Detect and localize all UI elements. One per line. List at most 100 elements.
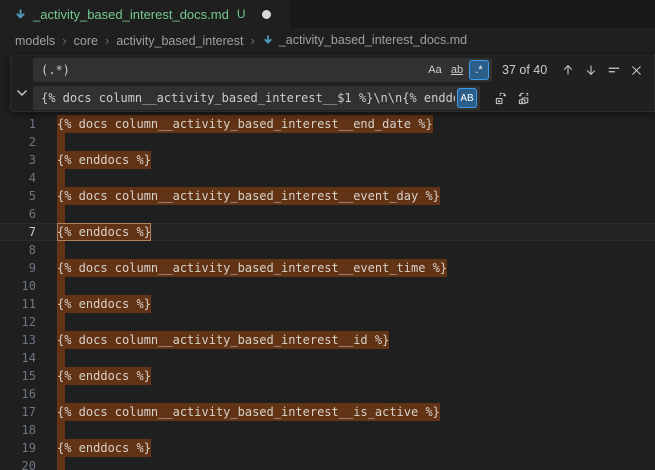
code-line[interactable]: 9 {% docs column__activity_based_interes… [0,259,655,277]
code-line[interactable]: 2 [0,133,655,151]
code-line[interactable]: 16 [0,385,655,403]
search-match-highlight: {% docs column__activity_based_interest_… [57,331,389,349]
arrow-down-icon [584,63,598,77]
breadcrumb-item[interactable]: activity_based_interest [116,34,243,48]
match-case-toggle[interactable]: Aa [425,60,445,80]
code-line[interactable]: 18 [0,421,655,439]
breadcrumb-separator: › [250,33,254,48]
close-find-button[interactable] [626,60,647,81]
replace-all-button[interactable] [514,88,535,109]
line-content: {% enddocs %} [57,367,655,385]
whole-word-toggle[interactable]: ab [447,60,467,80]
editor-tab[interactable]: _activity_based_interest_docs.md U [0,0,290,28]
search-match-highlight: {% enddocs %} [57,295,151,313]
breadcrumb-file[interactable]: _activity_based_interest_docs.md [262,33,467,47]
line-number: 3 [0,151,57,169]
replace-icon [494,91,509,106]
line-content: {% enddocs %} [57,223,655,241]
search-match-highlight [57,385,65,403]
toggle-replace-button[interactable] [11,54,33,111]
preserve-case-toggle[interactable]: AB [457,88,477,108]
line-number: 13 [0,331,57,349]
line-content: {% enddocs %} [57,151,655,169]
match-count: 37 of 40 [502,63,547,77]
previous-match-button[interactable] [557,60,578,81]
editor-pane[interactable]: (.*) Aa ab .* 37 of 40 [0,52,655,470]
search-match-highlight [57,241,65,259]
code-line[interactable]: 10 [0,277,655,295]
line-content [57,349,655,367]
line-content [57,457,655,470]
search-match-highlight [57,205,65,223]
search-match-highlight [57,421,65,439]
code-line[interactable]: 1 {% docs column__activity_based_interes… [0,115,655,133]
close-icon [630,64,643,77]
breadcrumb-item[interactable]: models [15,34,55,48]
code-line[interactable]: 4 [0,169,655,187]
line-content [57,169,655,187]
code-line[interactable]: 15 {% enddocs %} [0,367,655,385]
line-content [57,277,655,295]
line-content [57,205,655,223]
replace-button[interactable] [491,88,512,109]
search-match-highlight: {% enddocs %} [57,151,151,169]
code-line[interactable]: 13 {% docs column__activity_based_intere… [0,331,655,349]
code-line[interactable]: 17 {% docs column__activity_based_intere… [0,403,655,421]
search-match-highlight: {% docs column__activity_based_interest_… [57,187,440,205]
code-line[interactable]: 19 {% enddocs %} [0,439,655,457]
code-line[interactable]: 5 {% docs column__activity_based_interes… [0,187,655,205]
replace-value: {% docs column__activity_based_interest_… [41,91,455,105]
code-line[interactable]: 11 {% enddocs %} [0,295,655,313]
replace-input[interactable]: {% docs column__activity_based_interest_… [33,86,480,110]
code-line[interactable]: 8 [0,241,655,259]
markdown-icon [14,8,27,21]
find-in-selection-button[interactable] [603,60,624,81]
line-content: {% docs column__activity_based_interest_… [57,331,655,349]
line-number: 2 [0,133,57,151]
search-match-highlight: {% docs column__activity_based_interest_… [57,403,440,421]
line-number: 10 [0,277,57,295]
line-number: 19 [0,439,57,457]
find-input[interactable]: (.*) Aa ab .* [33,58,492,82]
search-match-highlight [57,457,65,470]
whole-word-icon: ab [451,64,463,76]
line-number: 17 [0,403,57,421]
vscode-window: _activity_based_interest_docs.md U model… [0,0,655,470]
search-match-highlight [57,133,65,151]
unsaved-changes-dot[interactable] [262,10,271,19]
line-number: 18 [0,421,57,439]
find-query: (.*) [41,63,423,77]
code-line[interactable]: 6 [0,205,655,223]
code-line[interactable]: 7 {% enddocs %} [0,223,655,241]
line-number: 16 [0,385,57,403]
search-match-highlight: {% docs column__activity_based_interest_… [57,259,447,277]
line-number: 1 [0,115,57,133]
line-number: 9 [0,259,57,277]
line-content: {% enddocs %} [57,295,655,313]
regex-toggle[interactable]: .* [469,60,489,80]
line-content [57,385,655,403]
line-number: 15 [0,367,57,385]
code-line[interactable]: 14 [0,349,655,367]
line-content [57,133,655,151]
code-line[interactable]: 12 [0,313,655,331]
markdown-icon [262,34,274,46]
code-area[interactable]: 1 {% docs column__activity_based_interes… [0,52,655,470]
code-line[interactable]: 20 [0,457,655,470]
git-status-badge: U [237,7,246,21]
breadcrumb-separator: › [62,33,66,48]
line-content: {% docs column__activity_based_interest_… [57,115,655,133]
tab-bar: _activity_based_interest_docs.md U [0,0,655,28]
search-match-highlight [57,169,65,187]
code-line[interactable]: 3 {% enddocs %} [0,151,655,169]
next-match-button[interactable] [580,60,601,81]
search-match-highlight: {% enddocs %} [57,367,151,385]
line-content: {% enddocs %} [57,439,655,457]
search-match-highlight: {% enddocs %} [57,223,151,241]
search-match-highlight [57,277,65,295]
line-content [57,241,655,259]
breadcrumb-item[interactable]: core [74,34,98,48]
line-content: {% docs column__activity_based_interest_… [57,187,655,205]
line-number: 7 [0,223,57,241]
tab-filename: _activity_based_interest_docs.md [33,7,229,22]
